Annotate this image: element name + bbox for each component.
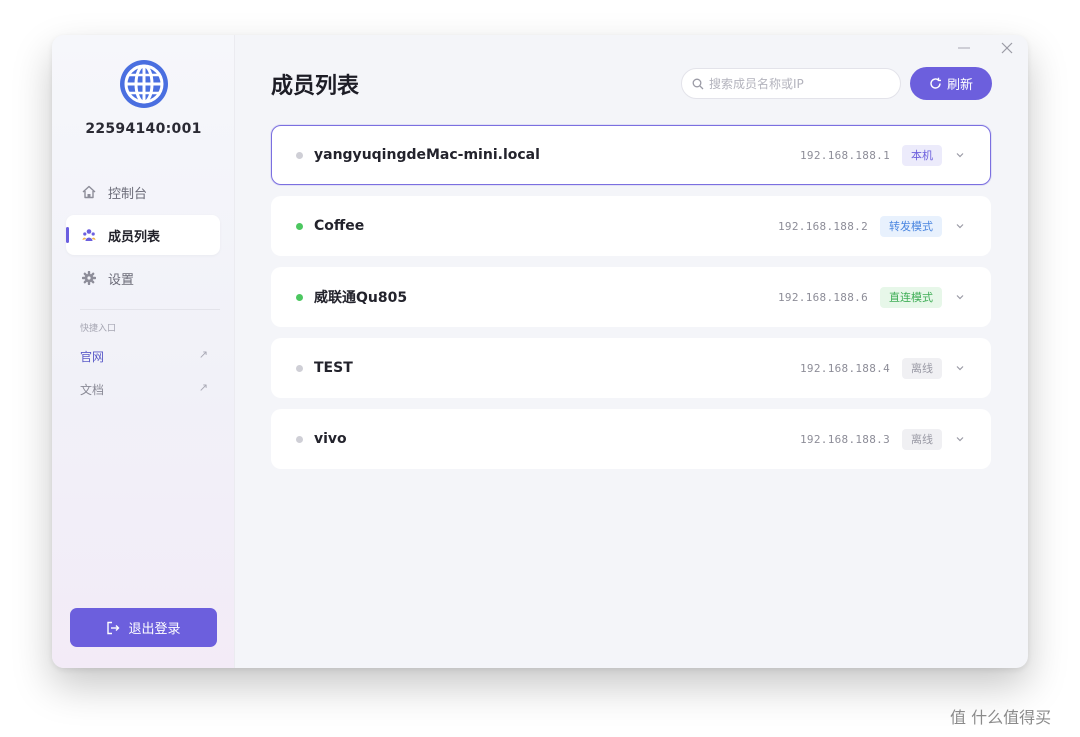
status-badge: 离线 bbox=[902, 428, 942, 450]
watermark: 值 什么值得买 bbox=[950, 704, 1051, 728]
chevron-down-icon[interactable] bbox=[954, 220, 966, 232]
member-ip: 192.168.188.2 bbox=[778, 219, 868, 233]
sidebar-item-label: 控制台 bbox=[108, 186, 148, 202]
gear-icon bbox=[82, 271, 96, 285]
quick-link-label: 文档 bbox=[80, 383, 105, 397]
node-id: 22594140:001 bbox=[85, 121, 202, 137]
globe-logo-icon bbox=[120, 60, 168, 108]
users-icon bbox=[82, 228, 96, 242]
chevron-down-icon[interactable] bbox=[954, 433, 966, 445]
member-row[interactable]: 威联通Qu805 192.168.188.6 直连模式 bbox=[271, 267, 991, 327]
external-link-icon: ↗ bbox=[198, 381, 208, 394]
member-name: TEST bbox=[314, 360, 353, 376]
watermark-text: 值 什么值得买 bbox=[950, 708, 1052, 727]
status-badge: 本机 bbox=[902, 144, 942, 166]
app-window: 22594140:001 控制台 成员列表 设置 快捷入口 官网 ↗ 文档 ↗ … bbox=[52, 35, 1028, 668]
sidebar-divider bbox=[80, 309, 220, 310]
logout-label: 退出登录 bbox=[128, 622, 181, 637]
chevron-down-icon[interactable] bbox=[954, 149, 966, 161]
main-panel: 成员列表 刷新 yangyuqingdeMac-mini.local 192.1… bbox=[235, 35, 1028, 668]
logout-icon bbox=[106, 621, 120, 635]
member-row[interactable]: Coffee 192.168.188.2 转发模式 bbox=[271, 196, 991, 256]
sidebar-item-label: 设置 bbox=[108, 272, 135, 288]
member-ip: 192.168.188.1 bbox=[800, 148, 890, 162]
refresh-label: 刷新 bbox=[946, 78, 973, 93]
quick-link-docs[interactable]: 文档 ↗ bbox=[80, 381, 208, 398]
sidebar: 22594140:001 控制台 成员列表 设置 快捷入口 官网 ↗ 文档 ↗ … bbox=[52, 35, 235, 668]
logout-button[interactable]: 退出登录 bbox=[70, 608, 217, 647]
sidebar-item-label: 成员列表 bbox=[108, 229, 161, 245]
refresh-icon bbox=[929, 77, 942, 90]
status-dot-online bbox=[296, 222, 303, 230]
external-link-icon: ↗ bbox=[198, 348, 208, 361]
close-icon[interactable] bbox=[1000, 41, 1014, 55]
sidebar-item-members[interactable]: 成员列表 bbox=[66, 215, 220, 255]
sidebar-item-settings[interactable]: 设置 bbox=[66, 258, 220, 298]
refresh-button[interactable]: 刷新 bbox=[910, 67, 992, 100]
member-row[interactable]: TEST 192.168.188.4 离线 bbox=[271, 338, 991, 398]
member-ip: 192.168.188.6 bbox=[778, 290, 868, 304]
search-input[interactable] bbox=[709, 76, 889, 91]
status-dot-offline bbox=[296, 364, 303, 372]
status-badge: 离线 bbox=[902, 357, 942, 379]
minimize-icon[interactable] bbox=[957, 41, 971, 55]
member-name: yangyuqingdeMac-mini.local bbox=[314, 147, 540, 163]
search-box[interactable] bbox=[681, 68, 901, 99]
quick-links-title: 快捷入口 bbox=[80, 324, 117, 334]
member-name: Coffee bbox=[314, 218, 365, 234]
status-badge: 直连模式 bbox=[880, 286, 942, 308]
chevron-down-icon[interactable] bbox=[954, 362, 966, 374]
sidebar-item-dashboard[interactable]: 控制台 bbox=[66, 172, 220, 212]
chevron-down-icon[interactable] bbox=[954, 291, 966, 303]
member-name: vivo bbox=[314, 431, 347, 447]
member-row[interactable]: yangyuqingdeMac-mini.local 192.168.188.1… bbox=[271, 125, 991, 185]
member-ip: 192.168.188.4 bbox=[800, 361, 890, 375]
page-title: 成员列表 bbox=[271, 74, 360, 99]
member-list: yangyuqingdeMac-mini.local 192.168.188.1… bbox=[271, 125, 991, 480]
home-icon bbox=[82, 185, 96, 199]
search-icon bbox=[692, 78, 704, 90]
member-name: 威联通Qu805 bbox=[314, 290, 408, 306]
quick-link-label: 官网 bbox=[80, 350, 105, 364]
status-dot-offline bbox=[296, 151, 303, 159]
status-dot-offline bbox=[296, 435, 303, 443]
status-badge: 转发模式 bbox=[880, 215, 942, 237]
quick-link-website[interactable]: 官网 ↗ bbox=[80, 348, 208, 365]
member-ip: 192.168.188.3 bbox=[800, 432, 890, 446]
member-row[interactable]: vivo 192.168.188.3 离线 bbox=[271, 409, 991, 469]
status-dot-online bbox=[296, 293, 303, 301]
